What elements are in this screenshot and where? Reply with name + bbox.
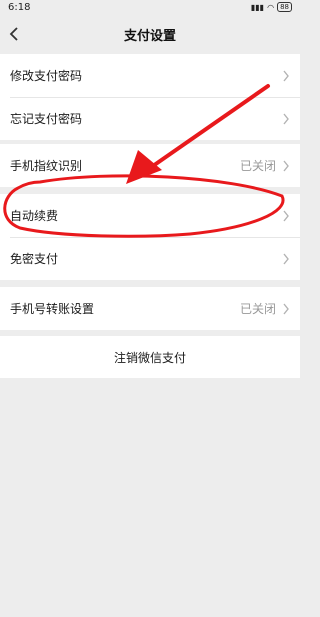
chevron-right-icon xyxy=(283,113,289,124)
status-text: 已关闭 xyxy=(239,159,276,173)
group-phone-transfer: 手机号转账设置 已关闭 xyxy=(0,287,300,330)
page-title: 支付设置 xyxy=(123,28,176,44)
chevron-right-icon xyxy=(283,303,289,314)
group-fingerprint: 手机指纹识别 已关闭 xyxy=(0,144,300,187)
group-password: 修改支付密码 忘记支付密码 xyxy=(0,54,300,140)
password-free-payment-row[interactable]: 免密支付 xyxy=(0,237,300,280)
forgot-pay-password-row[interactable]: 忘记支付密码 xyxy=(0,97,300,140)
row-label: 免密支付 xyxy=(10,252,59,266)
status-text: 已关闭 xyxy=(239,302,276,316)
fingerprint-row[interactable]: 手机指纹识别 已关闭 xyxy=(0,144,300,187)
status-icons: ▮▮▮ ◠ 88 xyxy=(251,2,292,12)
row-label: 忘记支付密码 xyxy=(10,112,83,126)
row-label: 自动续费 xyxy=(10,209,59,223)
wifi-icon: ◠ xyxy=(267,2,275,12)
row-label: 手机指纹识别 xyxy=(10,159,83,173)
chevron-right-icon xyxy=(283,70,289,81)
row-label: 手机号转账设置 xyxy=(10,302,95,316)
close-wechat-pay-button[interactable]: 注销微信支付 xyxy=(0,336,300,378)
chevron-right-icon xyxy=(283,210,289,221)
row-label: 修改支付密码 xyxy=(10,69,83,83)
status-time: 6:18 xyxy=(8,1,31,13)
battery-icon: 88 xyxy=(277,2,292,12)
auto-renewal-row[interactable]: 自动续费 xyxy=(0,194,300,237)
chevron-right-icon xyxy=(283,253,289,264)
change-pay-password-row[interactable]: 修改支付密码 xyxy=(0,54,300,97)
group-auto-payment: 自动续费 免密支付 xyxy=(0,194,300,280)
signal-icon: ▮▮▮ xyxy=(250,2,265,12)
status-bar: 6:18 ▮▮▮ ◠ 88 xyxy=(0,0,300,14)
back-arrow-icon[interactable] xyxy=(6,24,24,44)
phone-transfer-row[interactable]: 手机号转账设置 已关闭 xyxy=(0,287,300,330)
chevron-right-icon xyxy=(283,160,289,171)
nav-bar: 支付设置 xyxy=(0,14,300,54)
